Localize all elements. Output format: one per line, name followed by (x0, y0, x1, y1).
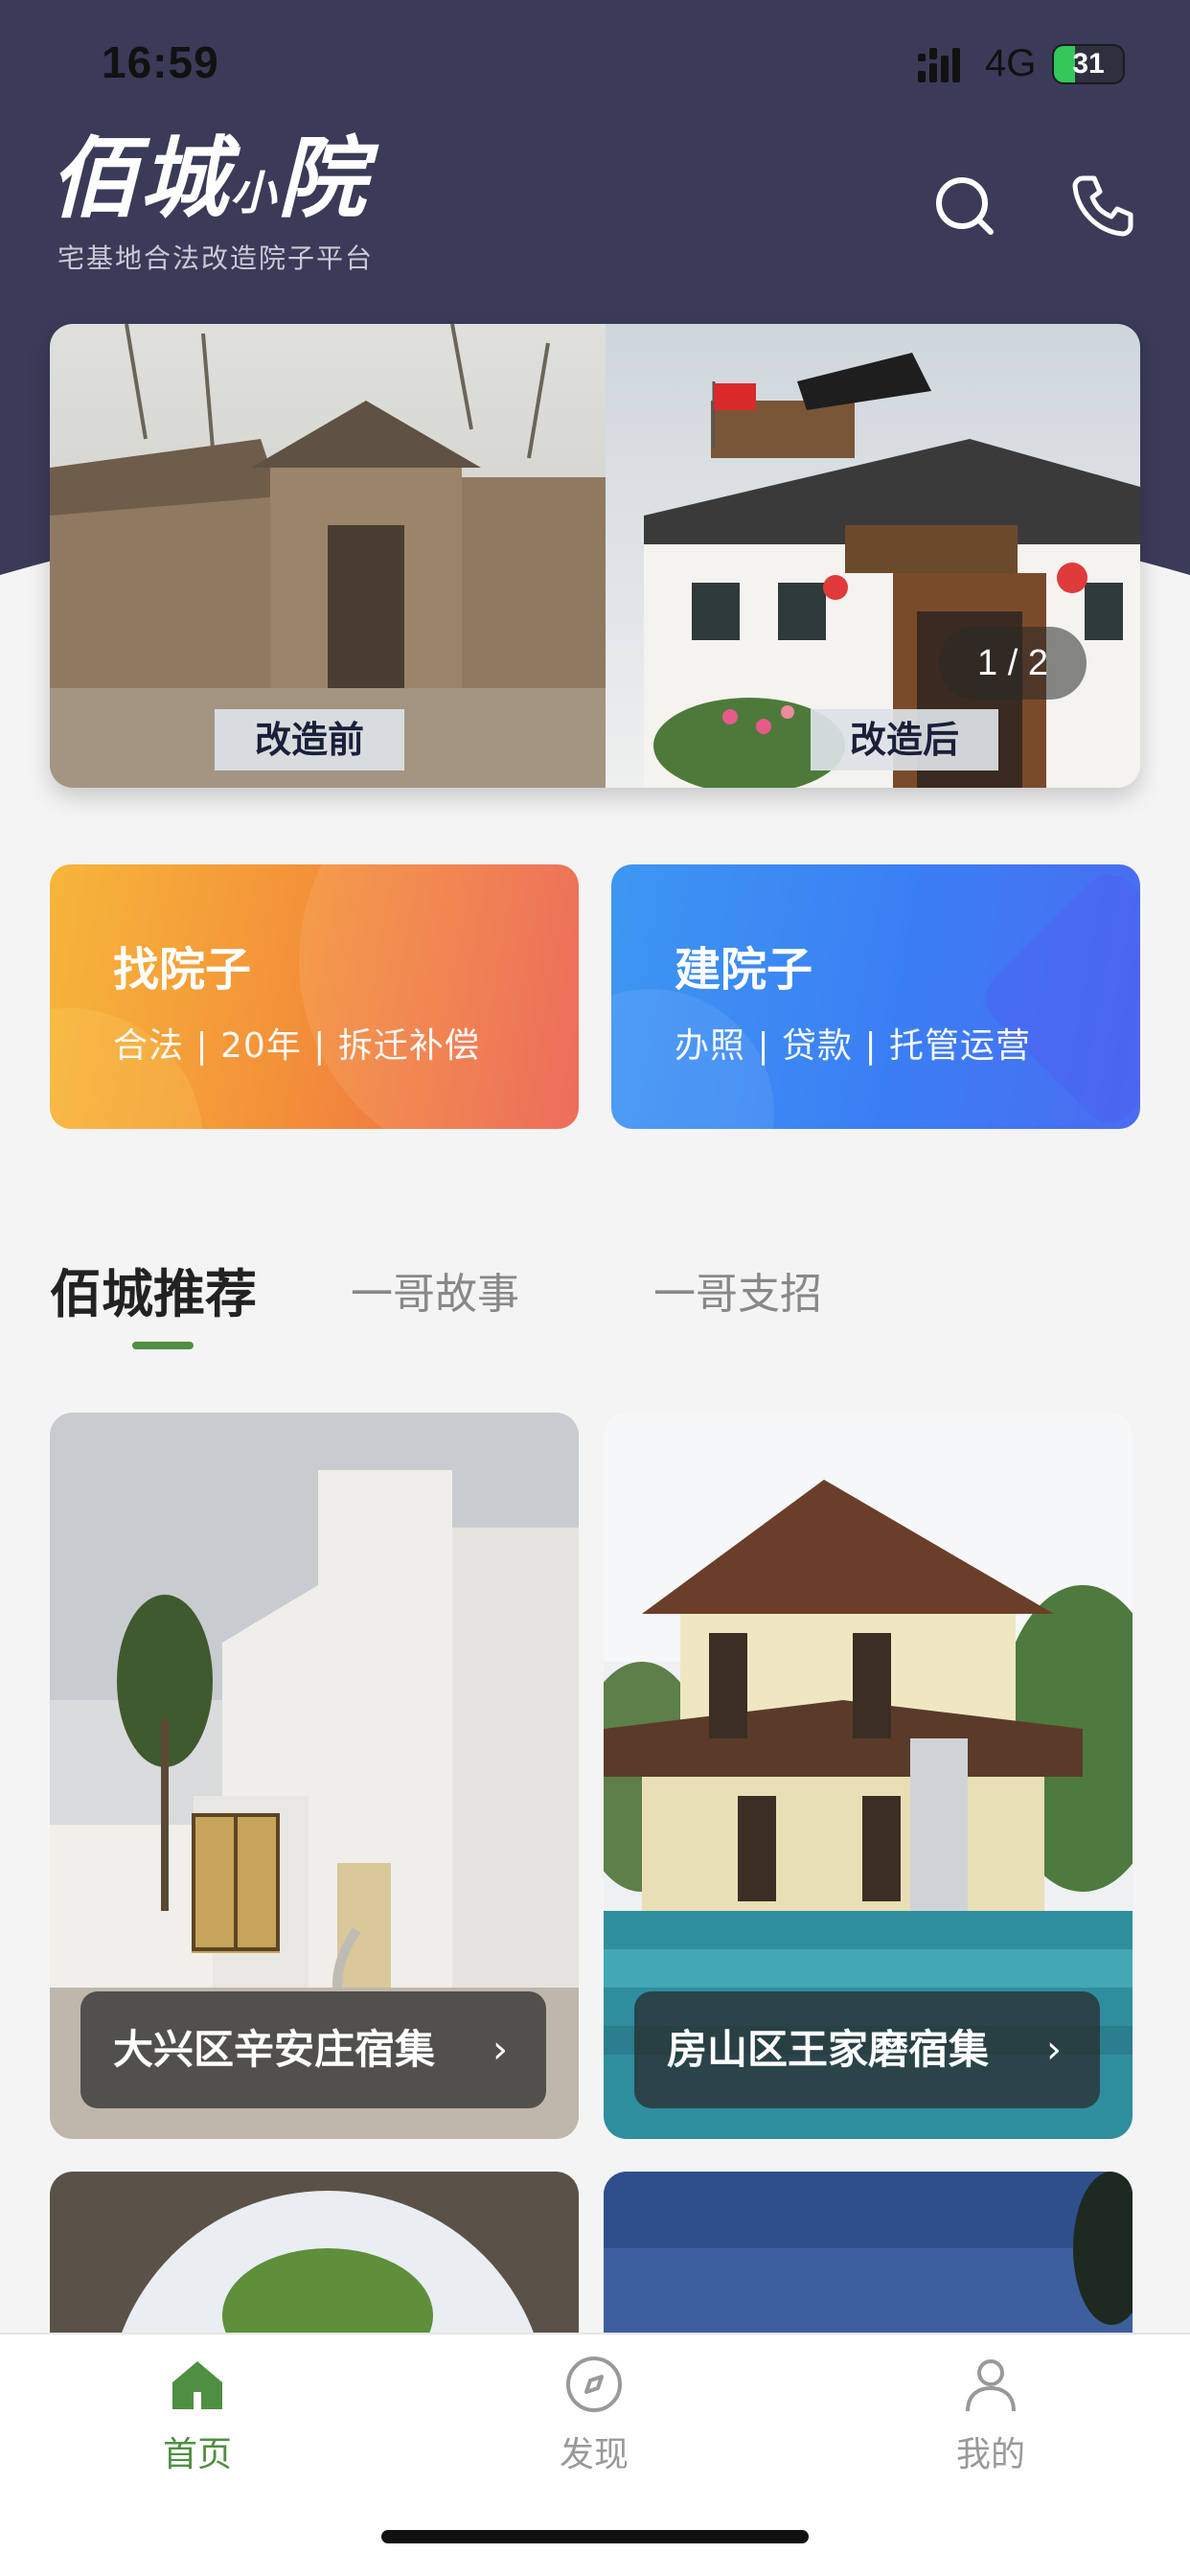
active-tab-indicator (132, 1342, 194, 1349)
phone-icon (1072, 175, 1133, 237)
listing-title: 大兴区辛安庄宿集 › (80, 1991, 546, 2108)
home-icon (172, 2361, 222, 2409)
content-tabs: 佰城推荐 一哥故事 一哥支招 (50, 1259, 1140, 1355)
search-button[interactable] (931, 171, 1000, 240)
nav-home-label: 首页 (162, 2435, 232, 2474)
nav-discover[interactable]: 发现 (508, 2354, 680, 2476)
battery-icon: 31 (1052, 44, 1125, 84)
listing-card[interactable]: 房山区王家磨宿集 › (604, 1413, 1133, 2139)
network-type: 4G (985, 42, 1037, 84)
home-indicator[interactable] (381, 2530, 809, 2543)
search-icon (936, 177, 994, 235)
status-bar: 16:59 4G 31 (0, 0, 1190, 125)
build-yard-desc: 办照 | 贷款 | 托管运营 (675, 1026, 1032, 1066)
tab-recommend[interactable]: 佰城推荐 (50, 1252, 257, 1327)
nav-home[interactable]: 首页 (111, 2354, 284, 2476)
listing-card[interactable]: 大兴区辛安庄宿集 › (50, 1413, 579, 2139)
banner-carousel[interactable]: 改造前 改造后 1 / 2 (50, 324, 1140, 788)
nav-discover-label: 发现 (559, 2435, 629, 2474)
logo-wordmark: 佰城小院 (50, 126, 369, 230)
brand-logo: 佰城小院 宅基地合法改造院子平台 (50, 134, 374, 276)
listing-title: 房山区王家磨宿集 › (634, 1991, 1100, 2108)
carousel-pager: 1 / 2 (939, 627, 1087, 700)
signal-icon (918, 48, 960, 82)
card-decoration (973, 864, 1140, 1129)
build-yard-title: 建院子 (675, 943, 813, 997)
phone-button[interactable] (1069, 171, 1138, 240)
build-yard-card[interactable]: 建院子 办照 | 贷款 | 托管运营 (611, 864, 1140, 1129)
find-yard-title: 找院子 (113, 943, 252, 997)
status-time: 16:59 (102, 37, 219, 87)
chevron-right-icon: › (1046, 2028, 1062, 2072)
nav-mine[interactable]: 我的 (904, 2354, 1077, 2476)
find-yard-desc: 合法 | 20年 | 拆迁补偿 (113, 1026, 480, 1066)
user-icon (966, 2359, 1016, 2412)
nav-mine-label: 我的 (955, 2435, 1025, 2474)
after-label: 改造后 (811, 709, 998, 770)
brand-slogan: 宅基地合法改造院子平台 (57, 242, 375, 274)
tab-tips[interactable]: 一哥支招 (653, 1259, 822, 1321)
chevron-right-icon: › (492, 2028, 508, 2072)
card-decoration (299, 864, 579, 1129)
find-yard-card[interactable]: 找院子 合法 | 20年 | 拆迁补偿 (50, 864, 579, 1129)
compass-icon (566, 2357, 622, 2412)
tab-stories[interactable]: 一哥故事 (351, 1259, 519, 1321)
battery-level: 31 (1072, 48, 1105, 80)
before-label: 改造前 (215, 709, 404, 770)
